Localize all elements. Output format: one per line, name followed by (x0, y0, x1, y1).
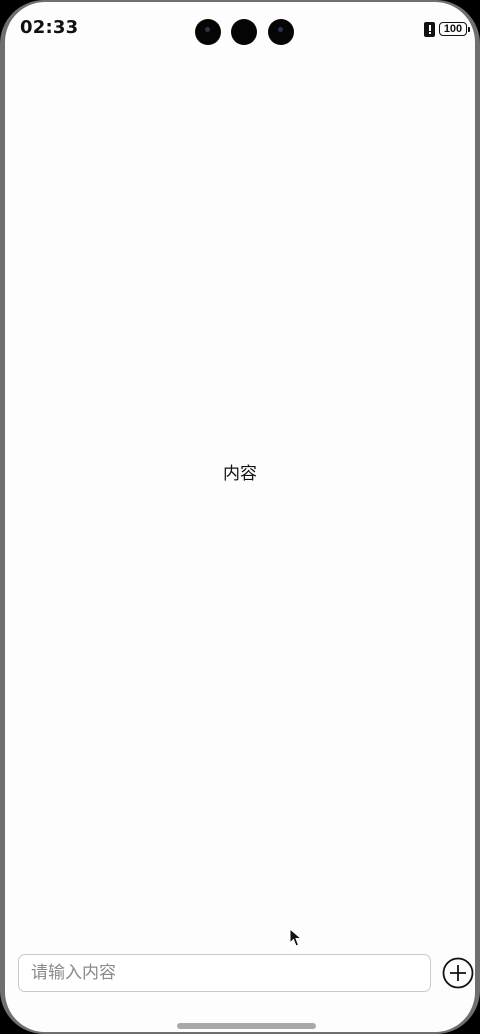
camera-lens-icon (195, 19, 221, 45)
device-frame: 02:33 100 内容 (0, 0, 480, 1034)
battery-icon: 100 (439, 22, 470, 36)
add-button[interactable] (442, 957, 474, 989)
status-indicators: 100 (424, 20, 470, 38)
battery-level: 100 (443, 22, 463, 35)
lens-glint (205, 27, 210, 32)
camera-lens-icon (231, 19, 257, 45)
alert-icon (424, 21, 435, 37)
plus-circle-icon (442, 957, 474, 989)
status-bar: 02:33 100 (5, 2, 475, 58)
input-bar (5, 952, 475, 996)
mouse-cursor-icon (289, 928, 303, 947)
content-label: 内容 (223, 464, 257, 484)
content-input[interactable] (18, 954, 431, 992)
status-time: 02:33 (20, 17, 79, 38)
lens-glint (278, 27, 283, 32)
camera-lens-icon (268, 19, 294, 45)
app-screen: 02:33 100 内容 (5, 2, 475, 1032)
home-indicator[interactable] (177, 1023, 316, 1029)
